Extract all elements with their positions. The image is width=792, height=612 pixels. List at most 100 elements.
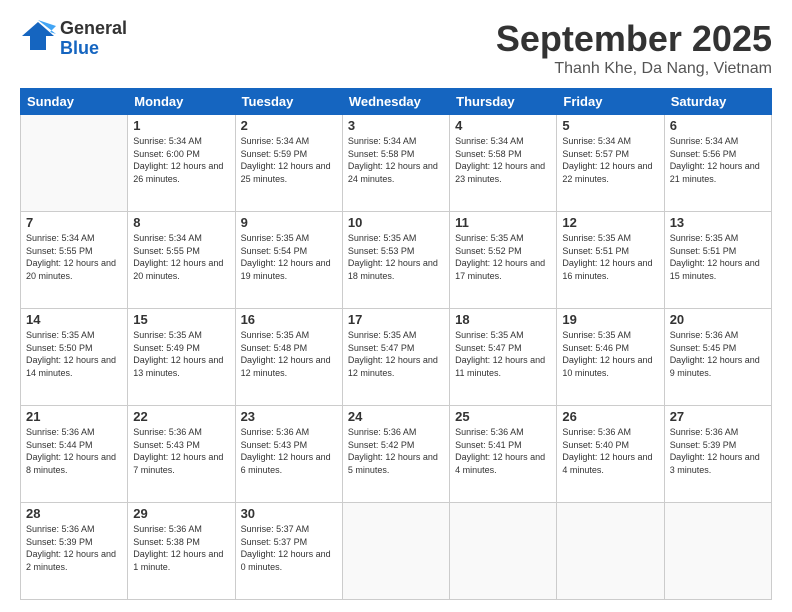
- day-number: 24: [348, 409, 444, 424]
- cell-info: Sunrise: 5:34 AMSunset: 5:57 PMDaylight:…: [562, 135, 658, 185]
- table-row: 1 Sunrise: 5:34 AMSunset: 6:00 PMDaylight…: [128, 115, 235, 212]
- calendar-week-row: 7Sunrise: 5:34 AMSunset: 5:55 PMDaylight…: [21, 212, 772, 309]
- day-number: 8: [133, 215, 229, 230]
- table-row: 23 Sunrise: 5:36 AMSunset: 5:43 PMDayligh…: [235, 406, 342, 503]
- table-row: 30 Sunrise: 5:37 AMSunset: 5:37 PMDayligh…: [235, 503, 342, 600]
- day-number: 28: [26, 506, 122, 521]
- calendar-week-row: 14 Sunrise: 5:35 AMSunset: 5:50 PMDayligh…: [21, 309, 772, 406]
- cell-info: Sunrise: 5:34 AMSunset: 6:00 PMDaylight:…: [133, 135, 229, 185]
- table-row: 19 Sunrise: 5:35 AMSunset: 5:46 PMDayligh…: [557, 309, 664, 406]
- page: General Blue September 2025 Thanh Khe, D…: [0, 0, 792, 612]
- cell-info: Sunrise: 5:36 AMSunset: 5:43 PMDaylight:…: [133, 426, 229, 476]
- cell-info: Sunrise: 5:35 AMSunset: 5:46 PMDaylight:…: [562, 329, 658, 379]
- cell-info: Sunrise: 5:36 AMSunset: 5:44 PMDaylight:…: [26, 426, 122, 476]
- day-number: 6: [670, 118, 766, 133]
- cell-info: Sunrise: 5:35 AMSunset: 5:52 PMDaylight:…: [455, 232, 551, 282]
- table-row: 17Sunrise: 5:35 AMSunset: 5:47 PMDayligh…: [342, 309, 449, 406]
- day-number: 5: [562, 118, 658, 133]
- table-row: 15 Sunrise: 5:35 AMSunset: 5:49 PMDayligh…: [128, 309, 235, 406]
- cell-info: Sunrise: 5:35 AMSunset: 5:49 PMDaylight:…: [133, 329, 229, 379]
- table-row: [664, 503, 771, 600]
- table-row: 11 Sunrise: 5:35 AMSunset: 5:52 PMDayligh…: [450, 212, 557, 309]
- day-number: 26: [562, 409, 658, 424]
- location: Thanh Khe, Da Nang, Vietnam: [496, 60, 772, 78]
- day-number: 12: [562, 215, 658, 230]
- logo: General Blue: [20, 18, 127, 59]
- table-row: 6 Sunrise: 5:34 AMSunset: 5:56 PMDaylight…: [664, 115, 771, 212]
- calendar-header-row: Sunday Monday Tuesday Wednesday Thursday…: [21, 89, 772, 115]
- table-row: 4 Sunrise: 5:34 AMSunset: 5:58 PMDaylight…: [450, 115, 557, 212]
- cell-info: Sunrise: 5:35 AMSunset: 5:54 PMDaylight:…: [241, 232, 337, 282]
- calendar-week-row: 21 Sunrise: 5:36 AMSunset: 5:44 PMDayligh…: [21, 406, 772, 503]
- cell-info: Sunrise: 5:36 AMSunset: 5:40 PMDaylight:…: [562, 426, 658, 476]
- cell-info: Sunrise: 5:34 AMSunset: 5:58 PMDaylight:…: [455, 135, 551, 185]
- day-number: 20: [670, 312, 766, 327]
- table-row: 24 Sunrise: 5:36 AMSunset: 5:42 PMDayligh…: [342, 406, 449, 503]
- table-row: 27 Sunrise: 5:36 AMSunset: 5:39 PMDayligh…: [664, 406, 771, 503]
- cell-info: Sunrise: 5:34 AMSunset: 5:58 PMDaylight:…: [348, 135, 444, 185]
- day-number: 22: [133, 409, 229, 424]
- table-row: 7Sunrise: 5:34 AMSunset: 5:55 PMDaylight…: [21, 212, 128, 309]
- day-number: 19: [562, 312, 658, 327]
- cell-info: Sunrise: 5:36 AMSunset: 5:38 PMDaylight:…: [133, 523, 229, 573]
- cell-info: Sunrise: 5:36 AMSunset: 5:39 PMDaylight:…: [26, 523, 122, 573]
- table-row: 8Sunrise: 5:34 AMSunset: 5:55 PMDaylight…: [128, 212, 235, 309]
- col-thursday: Thursday: [450, 89, 557, 115]
- table-row: 18Sunrise: 5:35 AMSunset: 5:47 PMDayligh…: [450, 309, 557, 406]
- logo-blue: Blue: [60, 39, 127, 59]
- day-number: 29: [133, 506, 229, 521]
- logo-general: General: [60, 19, 127, 39]
- calendar-table: Sunday Monday Tuesday Wednesday Thursday…: [20, 88, 772, 600]
- day-number: 11: [455, 215, 551, 230]
- logo-text: General Blue: [60, 19, 127, 59]
- day-number: 21: [26, 409, 122, 424]
- table-row: 9Sunrise: 5:35 AMSunset: 5:54 PMDaylight…: [235, 212, 342, 309]
- day-number: 16: [241, 312, 337, 327]
- table-row: 2Sunrise: 5:34 AMSunset: 5:59 PMDaylight…: [235, 115, 342, 212]
- cell-info: Sunrise: 5:35 AMSunset: 5:50 PMDaylight:…: [26, 329, 122, 379]
- day-number: 4: [455, 118, 551, 133]
- day-number: 15: [133, 312, 229, 327]
- day-number: 13: [670, 215, 766, 230]
- day-number: 14: [26, 312, 122, 327]
- cell-info: Sunrise: 5:35 AMSunset: 5:48 PMDaylight:…: [241, 329, 337, 379]
- table-row: [557, 503, 664, 600]
- col-tuesday: Tuesday: [235, 89, 342, 115]
- table-row: 26 Sunrise: 5:36 AMSunset: 5:40 PMDayligh…: [557, 406, 664, 503]
- col-monday: Monday: [128, 89, 235, 115]
- table-row: [21, 115, 128, 212]
- col-friday: Friday: [557, 89, 664, 115]
- day-number: 1: [133, 118, 229, 133]
- table-row: 10Sunrise: 5:35 AMSunset: 5:53 PMDayligh…: [342, 212, 449, 309]
- day-number: 25: [455, 409, 551, 424]
- table-row: [342, 503, 449, 600]
- day-number: 10: [348, 215, 444, 230]
- day-number: 7: [26, 215, 122, 230]
- cell-info: Sunrise: 5:36 AMSunset: 5:43 PMDaylight:…: [241, 426, 337, 476]
- day-number: 30: [241, 506, 337, 521]
- table-row: 20 Sunrise: 5:36 AMSunset: 5:45 PMDayligh…: [664, 309, 771, 406]
- day-number: 2: [241, 118, 337, 133]
- cell-info: Sunrise: 5:37 AMSunset: 5:37 PMDaylight:…: [241, 523, 337, 573]
- day-number: 23: [241, 409, 337, 424]
- table-row: 12Sunrise: 5:35 AMSunset: 5:51 PMDayligh…: [557, 212, 664, 309]
- table-row: 22 Sunrise: 5:36 AMSunset: 5:43 PMDayligh…: [128, 406, 235, 503]
- day-number: 27: [670, 409, 766, 424]
- cell-info: Sunrise: 5:36 AMSunset: 5:39 PMDaylight:…: [670, 426, 766, 476]
- table-row: 3 Sunrise: 5:34 AMSunset: 5:58 PMDaylight…: [342, 115, 449, 212]
- calendar-week-row: 28 Sunrise: 5:36 AMSunset: 5:39 PMDayligh…: [21, 503, 772, 600]
- col-saturday: Saturday: [664, 89, 771, 115]
- cell-info: Sunrise: 5:35 AMSunset: 5:47 PMDaylight:…: [455, 329, 551, 379]
- calendar-week-row: 1 Sunrise: 5:34 AMSunset: 6:00 PMDaylight…: [21, 115, 772, 212]
- table-row: 5 Sunrise: 5:34 AMSunset: 5:57 PMDaylight…: [557, 115, 664, 212]
- day-number: 3: [348, 118, 444, 133]
- col-wednesday: Wednesday: [342, 89, 449, 115]
- month-year: September 2025: [496, 18, 772, 60]
- cell-info: Sunrise: 5:36 AMSunset: 5:45 PMDaylight:…: [670, 329, 766, 379]
- cell-info: Sunrise: 5:34 AMSunset: 5:56 PMDaylight:…: [670, 135, 766, 185]
- cell-info: Sunrise: 5:36 AMSunset: 5:41 PMDaylight:…: [455, 426, 551, 476]
- cell-info: Sunrise: 5:35 AMSunset: 5:47 PMDaylight:…: [348, 329, 444, 379]
- table-row: 29 Sunrise: 5:36 AMSunset: 5:38 PMDayligh…: [128, 503, 235, 600]
- cell-info: Sunrise: 5:36 AMSunset: 5:42 PMDaylight:…: [348, 426, 444, 476]
- table-row: 28 Sunrise: 5:36 AMSunset: 5:39 PMDayligh…: [21, 503, 128, 600]
